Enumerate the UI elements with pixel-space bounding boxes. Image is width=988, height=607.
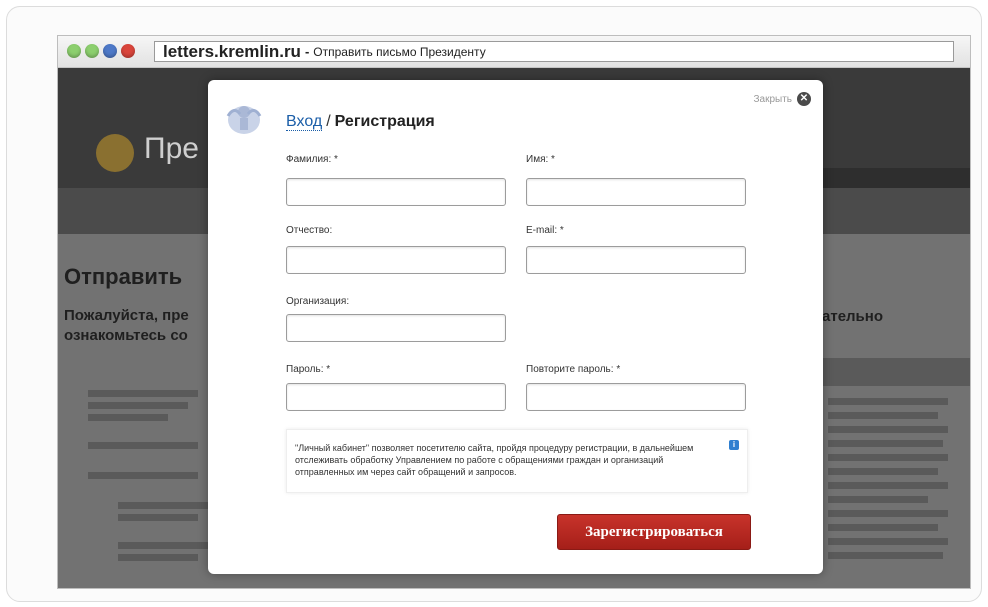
modal-title: Вход / Регистрация: [286, 113, 435, 131]
text-line: [828, 496, 928, 503]
patronymic-label: Отчество:: [286, 225, 333, 236]
window-button-blue[interactable]: [103, 44, 117, 58]
text-line: [88, 472, 198, 479]
required-mark: *: [334, 154, 338, 165]
window-button-green-2[interactable]: [85, 44, 99, 58]
required-mark: *: [551, 154, 555, 165]
text-line: [828, 482, 948, 489]
text-line: [88, 390, 198, 397]
surname-label: Фамилия: *: [286, 154, 338, 165]
name-label: Имя: *: [526, 154, 555, 165]
window-button-red[interactable]: [121, 44, 135, 58]
text-line: [828, 468, 938, 475]
text-line: [828, 510, 948, 517]
organization-label: Организация:: [286, 296, 350, 307]
page-subheading-line2: ознакомьтесь со: [64, 327, 188, 344]
text-line: [828, 398, 948, 405]
page-subheading-line1: Пожалуйста, пре: [64, 307, 189, 324]
url-field[interactable]: letters.kremlin.ru - Отправить письмо Пр…: [154, 41, 954, 62]
password-label-text: Пароль:: [286, 364, 324, 375]
surname-input[interactable]: [286, 178, 506, 206]
close-label: Закрыть: [753, 93, 792, 105]
email-label-text: E-mail:: [526, 225, 558, 236]
text-line: [828, 538, 948, 545]
password-label: Пароль: *: [286, 364, 330, 375]
figure-card: letters.kremlin.ru - Отправить письмо Пр…: [6, 6, 982, 602]
login-link[interactable]: Вход: [286, 113, 323, 131]
surname-label-text: Фамилия:: [286, 154, 332, 165]
url-page-title: Отправить письмо Президенту: [313, 44, 486, 59]
page-subheading-right: ательно: [822, 308, 884, 325]
text-line: [88, 402, 188, 409]
text-line: [828, 426, 948, 433]
close-button[interactable]: Закрыть ✕: [753, 92, 811, 106]
text-line: [828, 440, 943, 447]
coat-of-arms-icon: [226, 106, 262, 134]
password-input[interactable]: [286, 383, 506, 411]
register-title: Регистрация: [334, 113, 435, 130]
name-input[interactable]: [526, 178, 746, 206]
password-repeat-label-text: Повторите пароль:: [526, 364, 614, 375]
register-button[interactable]: Зарегистрироваться: [557, 514, 751, 550]
text-line: [88, 442, 198, 449]
organization-input[interactable]: [286, 314, 506, 342]
text-line: [118, 502, 208, 509]
email-input[interactable]: [526, 246, 746, 274]
required-mark: *: [326, 364, 331, 375]
sidebar-header: [806, 358, 970, 386]
patronymic-input[interactable]: [286, 246, 506, 274]
page-subheading: Пожалуйста, пре ознакомьтесь со: [64, 306, 189, 346]
url-separator: -: [304, 44, 310, 59]
title-separator: /: [326, 113, 331, 130]
text-line: [118, 542, 208, 549]
info-icon: i: [729, 440, 739, 450]
email-label: E-mail: *: [526, 225, 564, 236]
password-repeat-input[interactable]: [526, 383, 746, 411]
registration-modal: Закрыть ✕ Вход / Регистрация Фамилия: * Им…: [208, 80, 823, 574]
text-line: [828, 454, 948, 461]
text-line: [118, 554, 198, 561]
emblem-logo-icon: [96, 134, 134, 172]
text-line: [828, 524, 938, 531]
password-repeat-label: Повторите пароль: *: [526, 364, 620, 375]
name-label-text: Имя:: [526, 154, 549, 165]
text-line: [118, 514, 198, 521]
page-logo-text: Пре: [144, 132, 199, 165]
required-mark: *: [616, 364, 621, 375]
text-line: [88, 414, 168, 421]
window-button-green[interactable]: [67, 44, 81, 58]
page-heading: Отправить: [64, 264, 183, 289]
address-bar: letters.kremlin.ru - Отправить письмо Пр…: [58, 36, 970, 68]
close-icon[interactable]: ✕: [797, 92, 811, 106]
info-note: "Личный кабинет" позволяет посетителю са…: [286, 429, 748, 493]
required-mark: *: [559, 225, 564, 236]
text-line: [828, 412, 938, 419]
text-line: [828, 552, 943, 559]
info-note-text: "Личный кабинет" позволяет посетителю са…: [295, 443, 694, 477]
url-domain: letters.kremlin.ru: [163, 41, 301, 61]
